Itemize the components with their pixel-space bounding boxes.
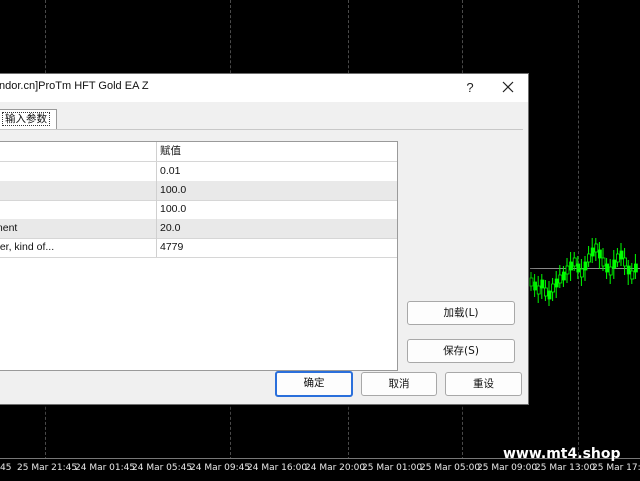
candle-body (554, 278, 559, 288)
candle-body (529, 277, 534, 287)
time-tick: 24 Mar 09:45 (190, 463, 251, 473)
time-tick: 25 Mar 13:00 (535, 463, 596, 473)
tab-inputs[interactable]: 输入参数 (0, 109, 57, 129)
param-value[interactable]: 20.0 (160, 219, 390, 238)
candle-body (544, 287, 548, 297)
candle-body (623, 257, 627, 267)
candle-body (594, 243, 599, 253)
dialog-title: ndor.cn]ProTm HFT Gold EA Z (0, 80, 149, 92)
table-row[interactable]: ment 20.0 (0, 219, 397, 239)
table-header-row: 赋值 (0, 142, 397, 162)
table-header-value: 赋值 (160, 145, 181, 157)
param-value[interactable]: 0.01 (160, 162, 390, 181)
candle-body (558, 274, 563, 284)
candle-body (572, 257, 577, 267)
param-name: ment (0, 219, 157, 238)
candle-body (605, 263, 609, 273)
param-name: ber, kind of... (0, 238, 157, 257)
candle-body (601, 257, 606, 267)
candle-body (587, 253, 591, 263)
candle-body (551, 283, 555, 293)
candle-body (565, 265, 570, 275)
param-value[interactable]: 100.0 (160, 200, 390, 219)
candle-body (562, 271, 566, 281)
param-value[interactable]: 4779 (160, 238, 390, 257)
table-row[interactable]: 100.0 (0, 181, 397, 201)
dialog-titlebar[interactable]: ndor.cn]ProTm HFT Gold EA Z ? (0, 74, 528, 102)
candle-body (583, 261, 588, 271)
param-value[interactable]: 100.0 (160, 181, 390, 200)
candle-body (612, 259, 617, 269)
candle-body (608, 266, 613, 276)
candle-body (580, 268, 584, 278)
time-tick: 25 Mar 09:00 (477, 463, 538, 473)
candle-body (540, 279, 545, 289)
candle-body (576, 263, 581, 273)
time-tick: 24 Mar 01:45 (75, 463, 136, 473)
param-name (0, 181, 157, 200)
candle-body (626, 265, 631, 275)
close-button[interactable] (498, 77, 518, 97)
reset-button[interactable]: 重设 (445, 372, 522, 396)
table-row[interactable]: 100.0 (0, 200, 397, 220)
time-tick: 25 Mar 17:00 (592, 463, 640, 473)
candle-body (616, 253, 620, 263)
candle-body (533, 281, 537, 291)
candle-body (630, 270, 635, 280)
save-button[interactable]: 保存(S) (407, 339, 515, 363)
candle-body (547, 290, 552, 300)
table-header-name (0, 142, 157, 161)
table-row[interactable]: ber, kind of... 4779 (0, 238, 397, 258)
candle-body (619, 250, 624, 260)
load-button[interactable]: 加载(L) (407, 301, 515, 325)
close-icon (502, 81, 514, 93)
cancel-button[interactable]: 取消 (361, 372, 437, 396)
candle-body (590, 247, 595, 257)
time-tick: 24 Mar 20:00 (305, 463, 366, 473)
time-tick: 25 Mar 05:00 (420, 463, 481, 473)
time-tick: 45 (0, 463, 12, 473)
time-tick: 24 Mar 05:45 (132, 463, 193, 473)
table-row[interactable]: 0.01 (0, 162, 397, 182)
ea-properties-dialog: ndor.cn]ProTm HFT Gold EA Z ? 输入参数 赋值 0.… (0, 73, 529, 405)
time-tick: 25 Mar 01:00 (362, 463, 423, 473)
time-tick: 24 Mar 16:00 (247, 463, 308, 473)
help-button[interactable]: ? (460, 78, 480, 98)
watermark: www.mt4.shop (503, 446, 621, 462)
candle-body (536, 285, 541, 295)
time-tick: 25 Mar 21:45 (17, 463, 78, 473)
tab-inputs-label: 输入参数 (2, 112, 50, 126)
param-name (0, 200, 157, 219)
candle-body (569, 261, 573, 271)
inputs-table: 赋值 0.01 100.0 100.0 ment 20.0 ber, kind … (0, 141, 398, 371)
param-name (0, 162, 157, 181)
ok-button[interactable]: 确定 (275, 371, 353, 397)
candle-body (598, 249, 602, 259)
candle-body (634, 263, 638, 273)
